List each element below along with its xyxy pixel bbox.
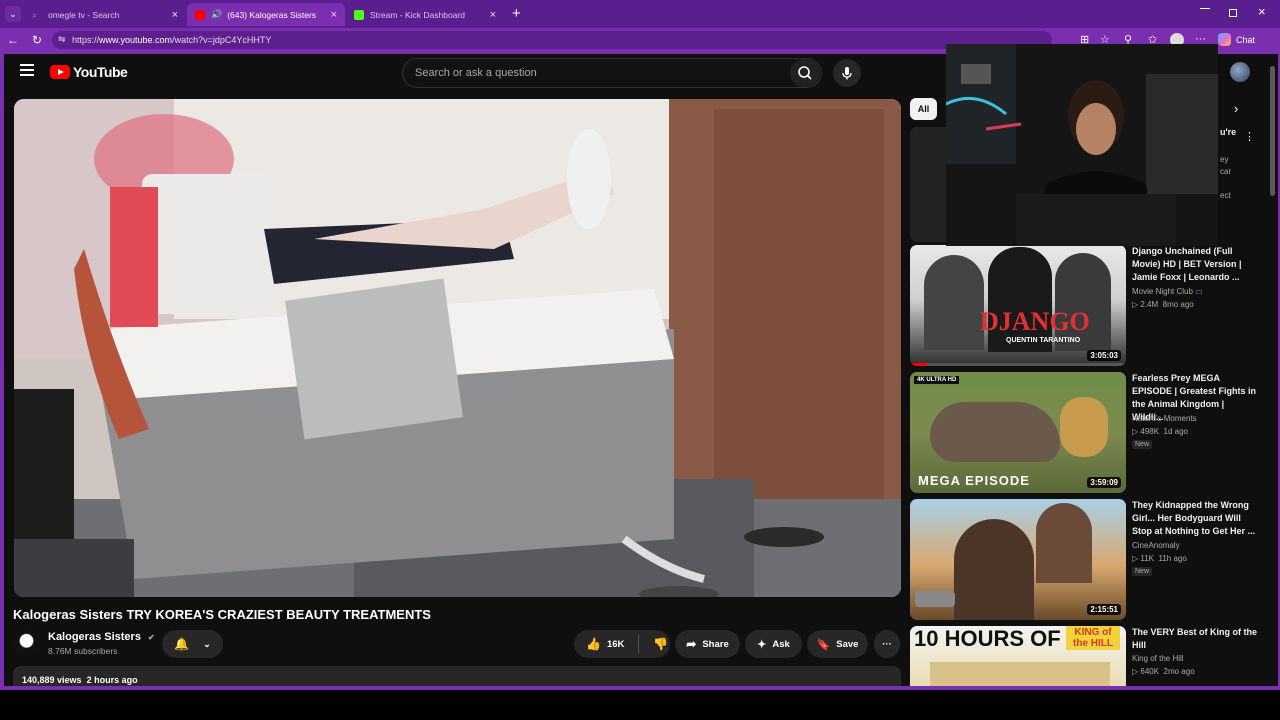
chevron-down-icon: ⌄ xyxy=(203,638,211,649)
chips-next-icon[interactable]: › xyxy=(1234,101,1238,116)
site-info-icon[interactable]: ⇋ xyxy=(58,34,66,45)
webcam-overlay xyxy=(946,44,1218,246)
show-logo: KING of the HILL xyxy=(1066,626,1120,650)
thumbnail-title-text: 10 HOURS OF xyxy=(914,626,1061,651)
recommendation-channel[interactable]: Movie Night Club ▭ xyxy=(1132,287,1203,296)
subscribed-notification-button[interactable]: 🔔 ⌄ xyxy=(162,630,223,658)
ask-button[interactable]: ✦ Ask xyxy=(745,630,802,658)
quality-badge: 4K ULTRA HD xyxy=(914,376,960,384)
subscriber-count: 8.76M subscribers xyxy=(48,646,118,656)
duration-badge: 3:59:09 xyxy=(1087,477,1121,488)
close-tab-icon[interactable]: × xyxy=(490,9,496,21)
sparkle-icon: ✦ xyxy=(757,638,767,651)
recommendation-thumbnail[interactable]: 10 HOURS OF KING of the HILL xyxy=(910,626,1126,686)
taskbar-area xyxy=(0,690,1280,720)
recommendation-channel[interactable]: Nature's Moments xyxy=(1132,414,1197,423)
new-badge: New xyxy=(1132,567,1153,576)
recommendation-title[interactable]: Django Unchained (Full Movie) HD | BET Ve… xyxy=(1132,245,1258,284)
tab-kick-dashboard[interactable]: Stream - Kick Dashboard × xyxy=(346,3,504,26)
thumbnail-title-text: MEGA EPISODE xyxy=(918,473,1030,488)
share-button[interactable]: ➦ Share xyxy=(675,630,740,658)
recommendation-channel[interactable]: King of the Hill xyxy=(1132,654,1184,663)
partial-text: ect xyxy=(1220,191,1231,200)
recommendation-title[interactable]: The VERY Best of King of the Hill xyxy=(1132,626,1258,652)
youtube-icon xyxy=(195,9,205,20)
tab-youtube-video[interactable]: 🔊 (643) Kalogeras Sisters TRY KO × xyxy=(187,3,345,26)
recommendation-thumbnail[interactable]: DJANGO QUENTIN TARANTINO 3:05:03 xyxy=(910,245,1126,366)
search-button[interactable] xyxy=(790,59,820,87)
close-tab-icon[interactable]: × xyxy=(172,9,178,21)
search-icon xyxy=(798,66,812,80)
car-figure xyxy=(915,591,955,607)
kick-icon xyxy=(354,9,364,20)
maximize-button[interactable] xyxy=(1229,9,1237,17)
recommendation-channel[interactable]: CineAnomaly xyxy=(1132,541,1180,550)
duration-badge: 2:15:51 xyxy=(1087,604,1121,615)
recommendation-meta: ▷ 640K 2mo ago xyxy=(1132,667,1195,676)
chip-all[interactable]: All xyxy=(910,98,937,120)
close-window-button[interactable]: × xyxy=(1258,4,1266,19)
video-frame xyxy=(14,99,901,597)
save-button[interactable]: 🔖 Save xyxy=(807,630,868,658)
copilot-icon xyxy=(1218,33,1231,46)
actor-figure xyxy=(954,519,1034,620)
tv-icon: ▭ xyxy=(1195,287,1203,296)
recommendation-meta: ▷ 2.4M 8mo ago xyxy=(1132,300,1194,309)
close-tab-icon[interactable]: × xyxy=(331,9,337,21)
recommendation-meta: ▷ 498K 1d ago xyxy=(1132,427,1188,436)
animal-figure xyxy=(1060,397,1108,457)
tab-omegle-search[interactable]: ⌕ omegle tv - Search × xyxy=(24,3,186,26)
scrollbar-thumb[interactable] xyxy=(1270,66,1275,196)
partial-text: ey xyxy=(1220,155,1229,164)
channel-avatar[interactable] xyxy=(13,630,40,657)
search-input[interactable]: Search or ask a question xyxy=(402,58,822,88)
microphone-icon xyxy=(842,67,852,80)
tab-list-button[interactable]: ⌄ xyxy=(5,6,21,22)
thumbs-up-icon: 👍 xyxy=(586,637,601,651)
description-box[interactable]: 140,889 views 2 hours ago xyxy=(13,666,901,686)
partial-title: u're xyxy=(1220,127,1237,137)
channel-name[interactable]: Kalogeras Sisters ✔ xyxy=(48,631,155,643)
more-icon: ··· xyxy=(882,638,892,650)
recommendation-thumbnail[interactable]: 4K ULTRA HD MEGA EPISODE 3:59:09 xyxy=(910,372,1126,493)
partial-text: car xyxy=(1220,167,1232,176)
more-actions-button[interactable]: ··· xyxy=(874,630,900,658)
search-icon: ⌕ xyxy=(32,9,38,20)
recommendation-thumbnail[interactable]: 2:15:51 xyxy=(910,499,1126,620)
thumbs-down-icon[interactable]: 👎 xyxy=(653,637,668,651)
thumbnail-credit-text: QUENTIN TARANTINO xyxy=(1006,337,1081,344)
webcam-frame xyxy=(946,44,1218,246)
video-title: Kalogeras Sisters TRY KOREA'S CRAZIEST B… xyxy=(13,607,431,622)
new-badge: New xyxy=(1132,440,1153,449)
page-scrollbar[interactable] xyxy=(1268,54,1278,686)
share-icon: ➦ xyxy=(686,637,697,651)
more-options-icon[interactable]: ⋮ xyxy=(1244,130,1255,143)
voice-search-button[interactable] xyxy=(833,59,861,87)
duration-badge: 3:05:03 xyxy=(1087,350,1121,361)
video-player[interactable] xyxy=(14,99,901,597)
like-button[interactable]: 👍 16K xyxy=(586,637,624,651)
youtube-play-icon xyxy=(50,65,70,79)
copilot-chat-button[interactable]: Chat xyxy=(1218,33,1255,46)
cartoon-figures xyxy=(930,662,1110,686)
actor-figure xyxy=(1036,503,1092,583)
actor-figure xyxy=(924,255,984,350)
like-dislike-group: 👍 16K 👎 xyxy=(574,630,670,658)
thumbnail-title-text: DJANGO xyxy=(980,307,1090,336)
new-tab-button[interactable]: + xyxy=(512,5,521,22)
account-avatar[interactable] xyxy=(1230,62,1250,82)
speaker-icon[interactable]: 🔊 xyxy=(211,9,222,20)
address-bar[interactable]: https://www.youtube.com/watch?v=jdpC4YcH… xyxy=(52,31,1052,49)
refresh-icon[interactable]: ↻ xyxy=(32,33,42,47)
menu-icon[interactable] xyxy=(20,64,34,76)
recommendation-meta: ▷ 11K 11h ago xyxy=(1132,554,1187,563)
bell-icon: 🔔 xyxy=(174,637,190,651)
recommendation-title[interactable]: They Kidnapped the Wrong Girl... Her Body… xyxy=(1132,499,1258,538)
youtube-logo[interactable]: YouTube xyxy=(50,64,128,80)
verified-icon: ✔ xyxy=(148,633,155,642)
minimize-button[interactable] xyxy=(1200,8,1210,9)
bookmark-icon: 🔖 xyxy=(816,638,831,651)
back-icon[interactable]: ← xyxy=(7,33,19,47)
animal-figure xyxy=(930,402,1060,462)
